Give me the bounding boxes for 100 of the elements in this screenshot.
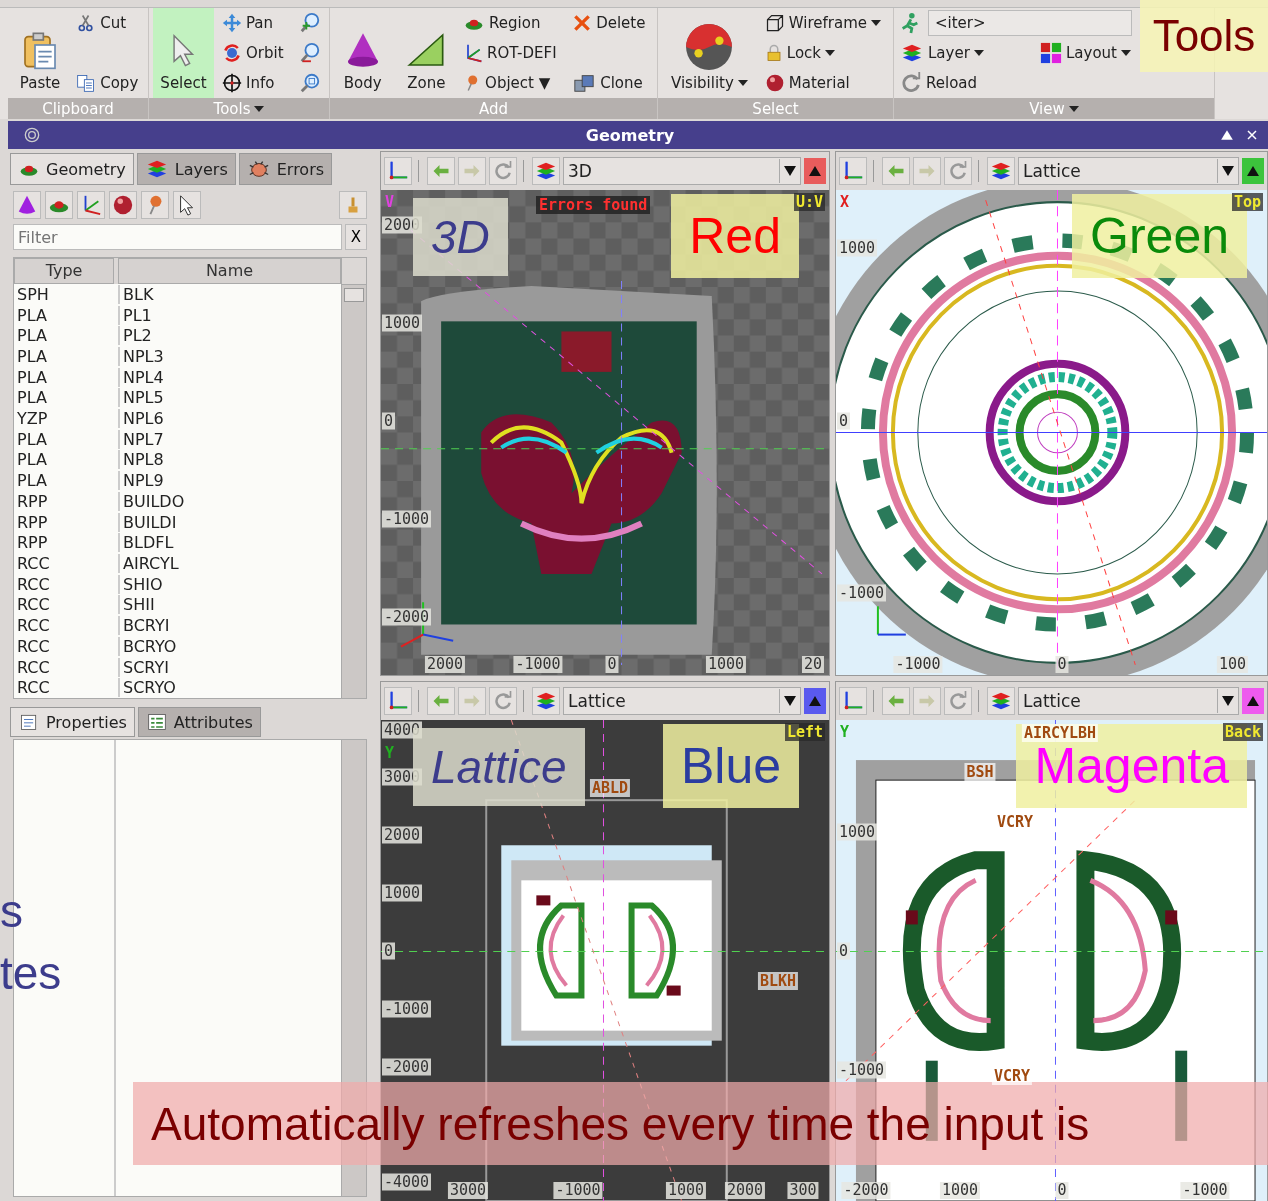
table-cell-text: RCC — [16, 574, 51, 594]
layers-button[interactable] — [987, 687, 1015, 715]
axis-tick-label: -1000 — [382, 1000, 432, 1018]
x-mark-icon — [572, 13, 593, 33]
refresh-button[interactable] — [489, 157, 517, 185]
ribbon-button[interactable]: Info — [220, 73, 277, 93]
layer-combo[interactable]: 3D — [563, 157, 801, 185]
caret-icon — [871, 20, 882, 26]
move-arrows-icon — [222, 13, 242, 33]
refresh-button[interactable] — [944, 157, 972, 185]
region-label: ABLD — [589, 779, 631, 797]
table-cell-text: RCC — [16, 595, 51, 615]
axes-icon — [842, 690, 864, 712]
color-caption: Green — [1090, 211, 1229, 261]
ribbon-button[interactable]: ROT-DEFI — [461, 43, 559, 63]
axis-tick-label: -2000 — [382, 608, 432, 626]
ribbon-button[interactable]: Pan — [220, 13, 276, 33]
caret-icon — [254, 105, 265, 112]
layers-button[interactable] — [532, 687, 560, 715]
target-icon — [24, 127, 40, 143]
up-arrow-icon — [809, 166, 821, 176]
refresh-button[interactable] — [944, 687, 972, 715]
axes-icon — [387, 160, 409, 182]
tool-button[interactable] — [45, 191, 73, 219]
viewport-color-button[interactable] — [804, 158, 826, 184]
back-button[interactable] — [882, 157, 910, 185]
region-label: VCRY — [991, 1067, 1033, 1085]
clear-filter-button[interactable]: X — [345, 224, 367, 250]
ribbon-button[interactable]: Wireframe — [762, 13, 884, 33]
panel-tab[interactable]: Layers — [136, 153, 236, 185]
column-header[interactable]: Name — [118, 258, 341, 284]
table-cell-text: YZP — [16, 409, 49, 429]
back-button[interactable] — [882, 687, 910, 715]
axes-button[interactable] — [839, 157, 867, 185]
ribbon-button[interactable]: Body — [334, 8, 392, 98]
tool-button[interactable] — [109, 191, 137, 219]
table-cell-text: PLA — [16, 388, 48, 408]
panel-tab[interactable]: Geometry — [10, 153, 134, 185]
window-title: Geometry — [584, 125, 676, 145]
ribbon-button[interactable]: Delete — [570, 13, 648, 33]
tool-button[interactable] — [173, 191, 201, 219]
ribbon-button[interactable]: Material — [762, 73, 852, 93]
axis-tick-label: -1000 — [513, 656, 563, 673]
panel-tab[interactable]: Attributes — [137, 707, 261, 737]
viewport-color-button[interactable] — [804, 688, 826, 714]
ribbon-button[interactable]: Zone — [397, 8, 456, 98]
axis-tick-label: 0 — [837, 412, 851, 430]
layer-combo[interactable]: Lattice — [1018, 157, 1239, 185]
axes-button[interactable] — [384, 687, 412, 715]
overlay-caption: tes — [0, 950, 62, 996]
viewport-color-button[interactable] — [1242, 688, 1264, 714]
crosshair-icon — [222, 73, 242, 93]
ribbon-button[interactable]: Orbit — [220, 43, 286, 63]
ribbon-button[interactable]: Layer — [898, 42, 986, 64]
layer-combo[interactable]: Lattice — [563, 687, 801, 715]
layers-button[interactable] — [532, 157, 560, 185]
sphere-icon — [112, 194, 134, 216]
table-cell-text: PLA — [16, 450, 48, 470]
axis-tick-label: -1000 — [837, 1061, 887, 1079]
scrollbar[interactable] — [341, 258, 366, 698]
layers-button[interactable] — [987, 157, 1015, 185]
back-button[interactable] — [427, 157, 455, 185]
brush-button[interactable] — [339, 191, 367, 219]
back-button[interactable] — [427, 687, 455, 715]
ribbon-button[interactable]: Visibility — [662, 8, 757, 98]
refresh-icon — [493, 161, 513, 181]
ribbon-button[interactable]: Lock — [762, 43, 838, 63]
ribbon-button[interactable]: Reload — [898, 72, 980, 94]
panel-tab[interactable]: Errors — [238, 153, 333, 185]
iteration-combo[interactable]: <iter> — [928, 10, 1132, 36]
group-label: Add — [330, 98, 657, 119]
ribbon-button[interactable]: Region — [461, 13, 543, 33]
tool-button[interactable] — [77, 191, 105, 219]
refresh-button[interactable] — [489, 687, 517, 715]
ribbon-button[interactable]: Cut — [74, 13, 129, 33]
axes-button[interactable] — [384, 157, 412, 185]
error-message: Errors found — [536, 196, 651, 214]
viewport-color-button[interactable] — [1242, 158, 1264, 184]
panel-tab[interactable]: Properties — [10, 707, 135, 737]
tool-button[interactable] — [13, 191, 41, 219]
axes-button[interactable] — [839, 687, 867, 715]
running-figure-icon — [899, 12, 921, 34]
ribbon-button[interactable]: Clone — [570, 72, 645, 94]
overlay-banner: Automatically refreshes every time the input is — [133, 1082, 1268, 1165]
filter-field[interactable]: Filter — [13, 224, 342, 250]
axis-tick-label: 2000 — [724, 1182, 766, 1199]
ribbon-button[interactable]: Object ▼ — [461, 73, 553, 93]
view-name-label: Left — [784, 723, 825, 741]
ribbon-button[interactable]: Layout — [1038, 42, 1133, 64]
ribbon-button[interactable]: Paste — [12, 8, 69, 98]
ribbon-button[interactable]: Select — [153, 8, 214, 98]
layer-combo[interactable]: Lattice — [1018, 687, 1239, 715]
boxes-icon — [572, 72, 597, 94]
layers-icon — [990, 160, 1012, 182]
color-caption: Blue — [680, 741, 781, 791]
refresh-icon — [493, 691, 513, 711]
column-header[interactable]: Type — [14, 258, 114, 284]
axis-tick-label: 1000 — [382, 314, 423, 332]
left-arrow-icon — [432, 162, 450, 180]
ribbon-button[interactable]: Copy — [74, 73, 141, 93]
